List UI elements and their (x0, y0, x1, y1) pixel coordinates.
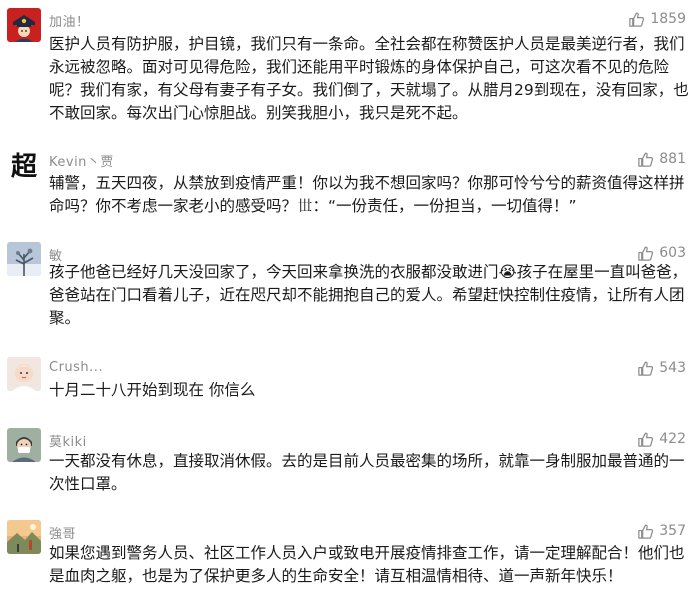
like-count: 357 (659, 523, 686, 539)
thumbs-up-icon (637, 431, 654, 448)
comment-username[interactable]: Crush... (49, 360, 103, 375)
comment-username[interactable]: 莫kiki (49, 431, 87, 450)
comment-username[interactable]: 加油！ (49, 11, 90, 30)
masked-person-avatar-icon[interactable] (7, 428, 41, 462)
like-count: 603 (659, 245, 686, 261)
winter-tree-avatar-icon[interactable] (7, 242, 41, 276)
like-count: 1859 (650, 11, 686, 27)
comment-text: 一天都没有休息，直接取消休假。去的是目前人员最密集的场所，就靠一身制服加最普通的… (49, 452, 685, 493)
like-button[interactable]: 422 (637, 429, 686, 449)
like-button[interactable]: 1859 (628, 9, 686, 29)
like-count: 881 (659, 151, 686, 167)
comment-text: 如果您遇到警务人员、社区工作人员入户或致电开展疫情排查工作，请一定理解配合！他们… (49, 544, 685, 585)
comment-item: 加油！ 1859 医护人员有防护服，护目镜，我们只有一条命。全社会都在称赞医护人… (0, 8, 699, 122)
like-button[interactable]: 357 (637, 521, 686, 541)
comment-feed: 加油！ 1859 医护人员有防护服，护目镜，我们只有一条命。全社会都在称赞医护人… (0, 0, 699, 608)
thumbs-up-icon (628, 11, 645, 28)
comment-item: 莫kiki 422 一天都没有休息，直接取消休假。去的是目前人员最密集的场所，就… (0, 428, 699, 498)
comment-item: 超 Kevin丶贾 881 辅警，五天四夜，从禁放到疫情严重！你以为我不想回家吗… (0, 148, 699, 218)
svg-text:超: 超 (11, 152, 38, 182)
landscape-avatar-icon[interactable] (7, 520, 41, 554)
comment-item: 強哥 357 如果您遇到警务人员、社区工作人员入户或致电开展疫情排查工作，请一定… (0, 520, 699, 608)
comment-text: 辅警，五天四夜，从禁放到疫情严重！你以为我不想回家吗？你那可怜兮兮的薪资值得这样… (49, 174, 685, 215)
calligraphy-avatar-icon[interactable]: 超 (7, 148, 41, 182)
thumbs-up-icon (637, 245, 654, 262)
like-count: 543 (659, 360, 686, 376)
thumbs-up-icon (637, 360, 654, 377)
like-button[interactable]: 603 (637, 243, 686, 263)
comment-item: 敏 603 孩子他爸已经好几天没回家了，今天回来拿换洗的衣服都没敢进门😭孩子在屋… (0, 242, 699, 332)
baby-avatar-icon[interactable] (7, 357, 41, 391)
thumbs-up-icon (637, 151, 654, 168)
comment-text: 医护人员有防护服，护目镜，我们只有一条命。全社会都在称赞医护人员是最美逆行者，我… (49, 35, 689, 122)
like-count: 422 (659, 431, 686, 447)
comment-username[interactable]: 強哥 (49, 523, 76, 542)
police-avatar-icon[interactable] (7, 8, 41, 42)
like-button[interactable]: 881 (637, 149, 686, 169)
thumbs-up-icon (637, 523, 654, 540)
comment-text: 孩子他爸已经好几天没回家了，今天回来拿换洗的衣服都没敢进门😭孩子在屋里一直叫爸爸… (49, 263, 688, 327)
like-button[interactable]: 543 (637, 358, 686, 378)
comment-username[interactable]: Kevin丶贾 (49, 151, 114, 170)
comment-item: Crush... 543 十月二十八开始到现在 你信么 (0, 357, 699, 407)
comment-text: 十月二十八开始到现在 你信么 (49, 381, 256, 399)
